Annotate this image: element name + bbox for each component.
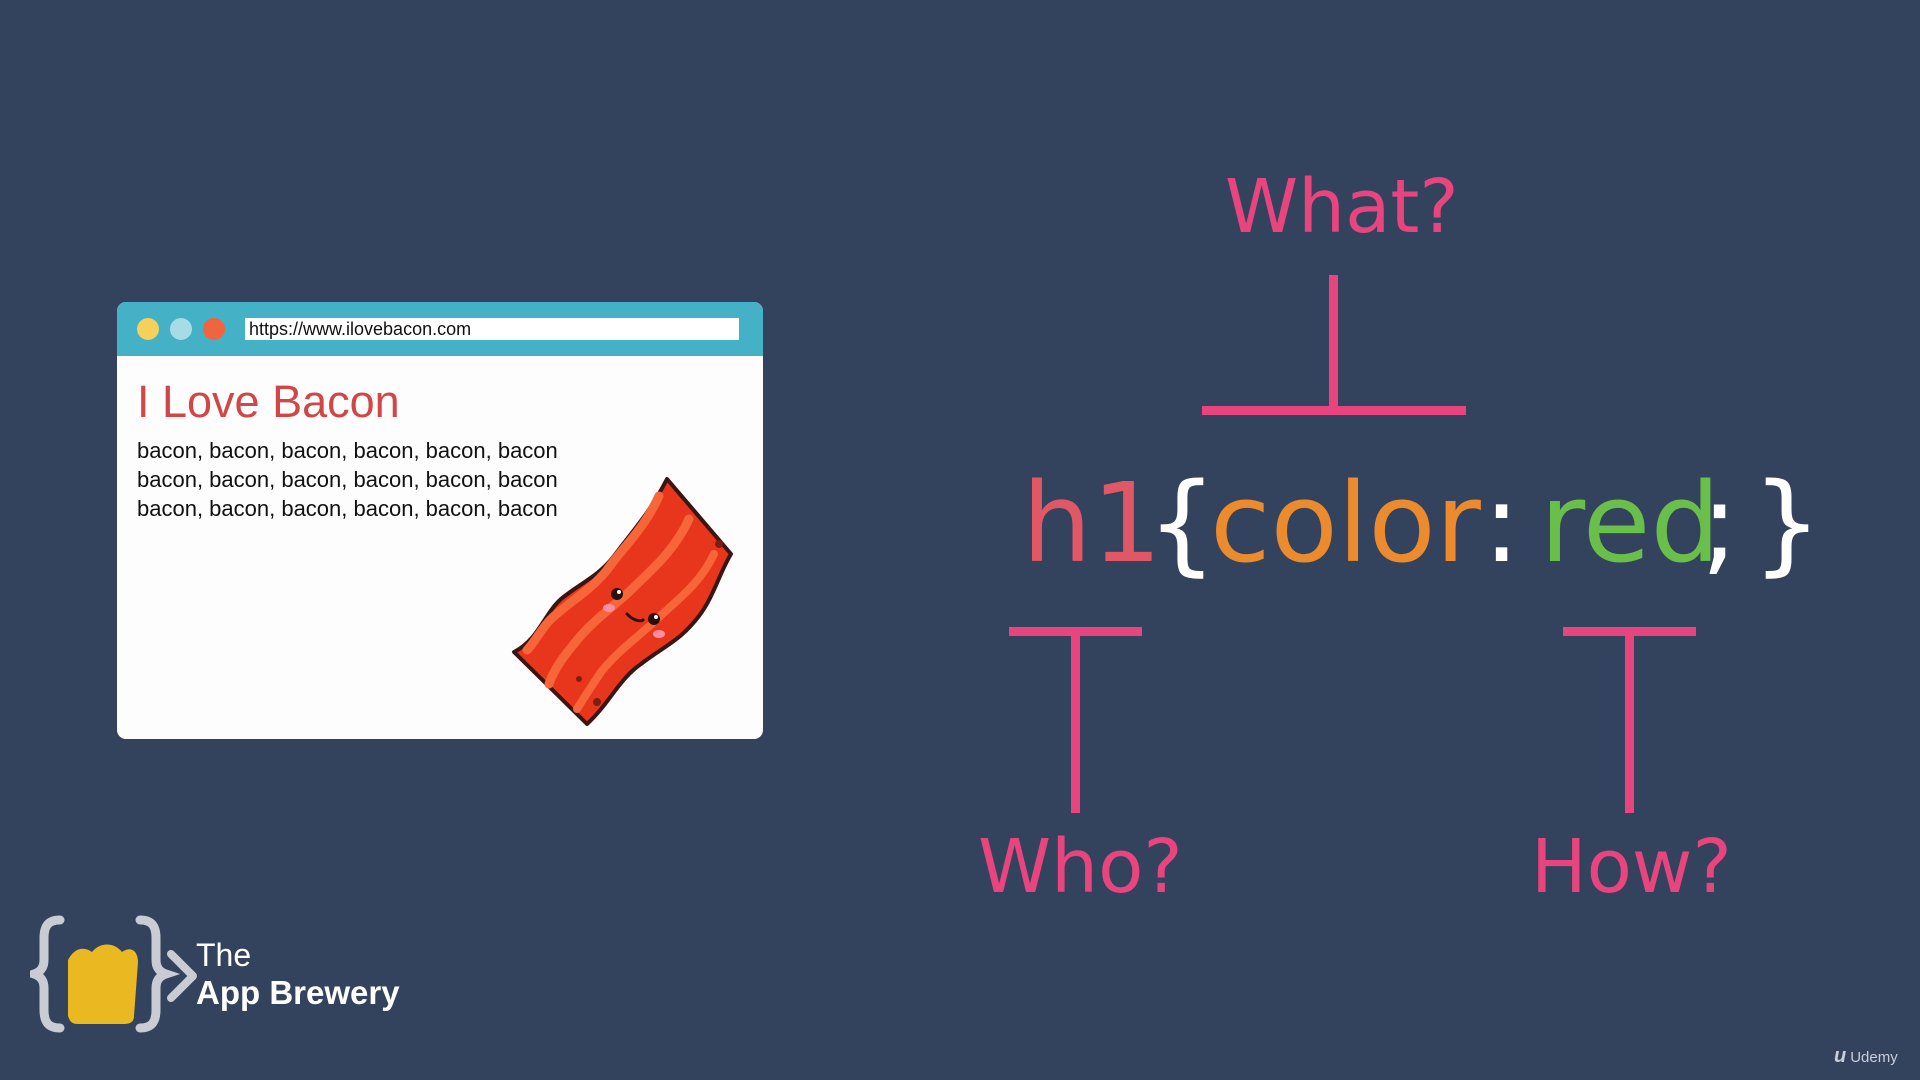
udemy-watermark: u Udemy [1834, 1045, 1898, 1068]
body-line: bacon, bacon, bacon, bacon, bacon, bacon [137, 467, 558, 492]
minimize-dot-icon [137, 318, 159, 340]
colon: : [1483, 459, 1521, 587]
how-label: How? [1531, 824, 1732, 910]
semicolon: ; [1701, 459, 1739, 587]
app-brewery-logo-icon [30, 915, 197, 1033]
what-connector-stem [1329, 275, 1338, 408]
close-dot-icon [203, 318, 225, 340]
who-connector-stem [1071, 633, 1080, 813]
what-label: What? [1225, 164, 1459, 250]
css-value: red [1540, 459, 1721, 587]
udemy-label: Udemy [1850, 1049, 1898, 1066]
brand-line-the: The [196, 937, 252, 973]
udemy-logo-icon: u [1834, 1045, 1847, 1067]
browser-title-bar: https://www.ilovebacon.com [117, 302, 763, 356]
page-heading: I Love Bacon [137, 376, 400, 427]
browser-window-illustration: https://www.ilovebacon.com I Love Bacon … [117, 302, 763, 739]
slide: https://www.ilovebacon.com I Love Bacon … [0, 0, 1920, 1080]
brand-name: App Brewery [196, 974, 400, 1011]
bacon-icon [512, 477, 733, 726]
who-label: Who? [978, 824, 1183, 910]
css-property: color [1210, 459, 1481, 587]
how-connector-stem [1625, 633, 1634, 813]
body-line: bacon, bacon, bacon, bacon, bacon, bacon [137, 438, 558, 463]
css-selector: h1 [1022, 459, 1162, 587]
open-brace: { [1147, 459, 1217, 587]
body-line: bacon, bacon, bacon, bacon, bacon, bacon [137, 496, 558, 521]
address-bar: https://www.ilovebacon.com [245, 318, 739, 340]
page-body-text: bacon, bacon, bacon, bacon, bacon, bacon… [137, 436, 558, 523]
close-brace: } [1752, 459, 1822, 587]
maximize-dot-icon [170, 318, 192, 340]
what-connector-crossbar [1202, 406, 1466, 415]
